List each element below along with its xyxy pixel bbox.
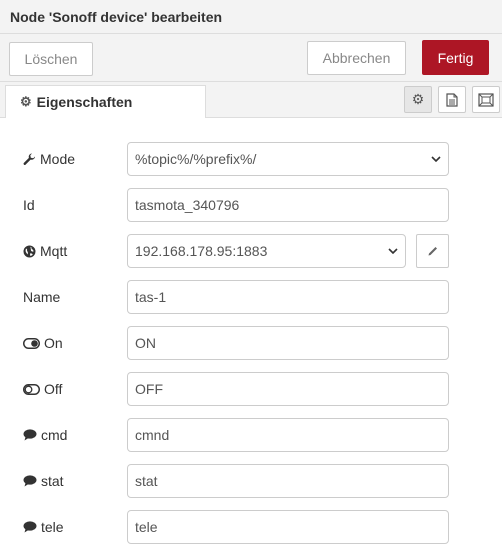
delete-button[interactable]: Löschen [9, 42, 93, 76]
mode-label: Mode [40, 151, 76, 167]
edit-mqtt-button[interactable] [416, 234, 449, 268]
form-row-tele: tele tele [0, 510, 502, 544]
stat-input-value: stat [135, 473, 158, 489]
tele-input[interactable]: tele [127, 510, 449, 544]
comment-icon [23, 429, 37, 441]
mqtt-select[interactable]: 192.168.178.95:1883 [127, 234, 406, 268]
stat-label: stat [41, 473, 64, 489]
form-row-id: Id tasmota_340796 [0, 188, 502, 222]
chevron-down-icon [388, 248, 398, 254]
description-tab-button[interactable] [438, 86, 466, 113]
properties-panel: Mode %topic%/%prefix%/ Id tasmota_340796 [0, 118, 502, 560]
toggle-off-icon [23, 383, 40, 395]
dialog-toolbar: Löschen Abbrechen Fertig [0, 34, 502, 82]
form-row-off: Off OFF [0, 372, 502, 406]
form-row-on: On ON [0, 326, 502, 360]
cancel-button[interactable]: Abbrechen [307, 41, 406, 75]
on-label: On [44, 335, 63, 351]
pencil-icon [428, 247, 437, 256]
dialog-header: Node 'Sonoff device' bearbeiten [0, 0, 502, 34]
name-label: Name [23, 289, 61, 305]
off-input[interactable]: OFF [127, 372, 449, 406]
off-input-value: OFF [135, 381, 163, 397]
on-input-value: ON [135, 335, 156, 351]
name-input-value: tas-1 [135, 289, 167, 305]
appearance-tab-button[interactable] [472, 86, 500, 113]
dialog-title: Node 'Sonoff device' bearbeiten [10, 9, 223, 25]
form-row-cmd: cmd cmnd [0, 418, 502, 452]
form-row-name: Name tas-1 [0, 280, 502, 314]
cmd-input-value: cmnd [135, 427, 170, 443]
name-input[interactable]: tas-1 [127, 280, 449, 314]
wrench-icon [23, 153, 36, 166]
mqtt-select-value: 192.168.178.95:1883 [135, 243, 268, 259]
cmd-label: cmd [41, 427, 68, 443]
cmd-input[interactable]: cmnd [127, 418, 449, 452]
frame-icon [478, 92, 494, 107]
mqtt-label: Mqtt [40, 243, 68, 259]
mode-select-value: %topic%/%prefix%/ [135, 151, 257, 167]
id-input[interactable]: tasmota_340796 [127, 188, 449, 222]
id-label: Id [23, 197, 35, 213]
tab-properties-label: Eigenschaften [36, 94, 133, 110]
form-row-mode: Mode %topic%/%prefix%/ [0, 142, 502, 176]
globe-icon [23, 245, 36, 258]
comment-icon [23, 475, 37, 487]
tab-properties[interactable]: ⚙ Eigenschaften [5, 85, 206, 119]
stat-input[interactable]: stat [127, 464, 449, 498]
gear-icon: ⚙ [20, 94, 32, 109]
tele-label: tele [41, 519, 64, 535]
form-row-stat: stat stat [0, 464, 502, 498]
settings-tab-button[interactable]: ⚙ [404, 86, 432, 113]
form-row-mqtt: Mqtt 192.168.178.95:1883 [0, 234, 502, 268]
file-text-icon [446, 92, 458, 107]
tele-input-value: tele [135, 519, 158, 535]
comment-icon [23, 521, 37, 533]
chevron-down-icon [431, 156, 441, 162]
done-button[interactable]: Fertig [422, 40, 489, 75]
tab-bar: ⚙ Eigenschaften ⚙ [0, 82, 502, 119]
mode-select[interactable]: %topic%/%prefix%/ [127, 142, 449, 176]
on-input[interactable]: ON [127, 326, 449, 360]
off-label: Off [44, 381, 63, 397]
id-input-value: tasmota_340796 [135, 197, 240, 213]
toggle-on-icon [23, 337, 40, 349]
gear-icon: ⚙ [411, 91, 425, 107]
